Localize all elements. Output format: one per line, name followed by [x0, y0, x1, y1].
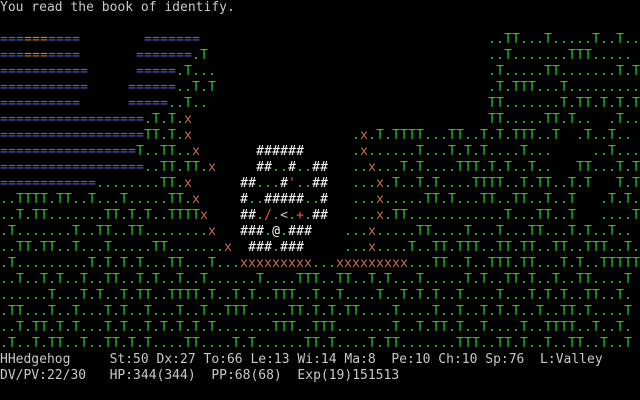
map-row: .TT...T..T...T.T..T...T..T..TTT.....TT.T… — [0, 304, 632, 319]
map-row: =========== =====.T... .T.....TT.......T… — [0, 64, 640, 79]
map-row: ..TTTT.TT..T...T.....TT.x #..#####..# ..… — [0, 192, 640, 207]
map-row: ..T.TT.T.T...T.T..T.T.T.T.T.......TTT..T… — [0, 320, 632, 335]
map-row: ==================..TT.TT.x ##..#..## ..… — [0, 160, 640, 175]
map-row: ========== =======.T ..T.......TTT..... — [0, 48, 632, 63]
map-row: ==================.T.T.x TT.....TT.T.. .… — [0, 112, 640, 127]
map-row — [0, 0, 640, 16]
map-row: =================T..TT..x ###### .x.....… — [0, 144, 640, 159]
map-row — [0, 16, 640, 32]
map-row: ========== =====..T.. TT.......T.TT.T.T.… — [0, 96, 640, 111]
map-row: .T..T.TT..T..TT.T.T....TT....T.T......TT… — [0, 336, 632, 351]
map-row: ..T.TT.......TT.T.T..TTTTx ##./.<.+.## .… — [0, 208, 640, 223]
map-row: .T.......T..TT..TT........x ###.@.### ..… — [0, 224, 632, 239]
player-glyph: @ — [272, 224, 280, 239]
map-row: ..TT.TT..T...T.....TT.......x ###.### ..… — [0, 240, 640, 255]
map-row: =========== ======..T.T .T.TTT...T......… — [0, 80, 640, 95]
status-line-vitals: DV/PV:22/30 HP:344(344) PP:68(68) Exp(19… — [0, 368, 400, 383]
map-row: ==================TT.T.x .x.T.TTTT...TT.… — [0, 128, 632, 143]
map-row: ......T...T.T..T.TT..TTTT.T..T.T..TTT..T… — [0, 288, 632, 303]
game-screen[interactable]: You read the book of identify. =========… — [0, 0, 640, 400]
status-line-stats: HHedgehog St:50 Dx:27 To:66 Le:13 Wi:14 … — [0, 352, 603, 367]
map-row: ============........TT.x ##...#'..## ...… — [0, 176, 640, 191]
map-row: ..T..T.T..T..TT..T.T..T..T......T....TTT… — [0, 272, 632, 287]
map-row: ========== ======= ..TT...T.....T..T.. — [0, 32, 640, 47]
map-row: .T.........T.T.T.T...TT...T...xxxxxxxxx.… — [0, 256, 640, 271]
